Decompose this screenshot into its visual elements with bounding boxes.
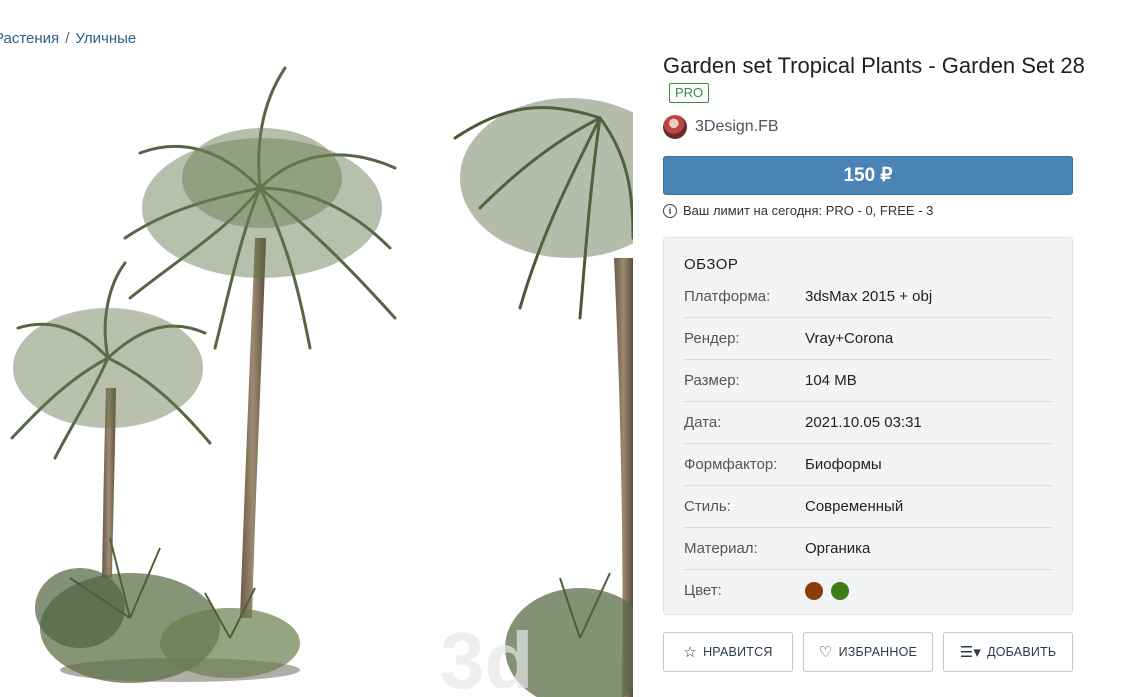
row-value: 3dsMax 2015 + obj	[805, 288, 933, 305]
breadcrumb-item-outdoor[interactable]: Уличные	[75, 30, 136, 47]
row-key: Платформа:	[684, 288, 771, 305]
info-icon: i	[663, 203, 677, 218]
color-swatch-brown[interactable]	[805, 581, 823, 600]
favorite-label: ИЗБРАННОЕ	[838, 645, 918, 659]
row-key: Размер:	[684, 372, 740, 389]
breadcrumb: Растения / Уличные	[0, 30, 136, 47]
download-limit: i Ваш лимит на сегодня: PRO - 0, FREE - …	[663, 203, 933, 218]
row-value[interactable]: Биоформы	[805, 456, 882, 473]
like-button[interactable]: ☆ НРАВИТСЯ	[663, 632, 793, 672]
row-value: 2021.10.05 03:31	[805, 414, 922, 431]
color-swatches	[805, 581, 857, 600]
overview-row-formfactor: Формфактор: Биоформы	[684, 444, 1052, 486]
author[interactable]: 3Design.FB	[663, 114, 779, 140]
row-value[interactable]: Современный	[805, 498, 903, 515]
add-label: ДОБАВИТЬ	[987, 645, 1057, 659]
product-image[interactable]: 3d	[0, 58, 633, 697]
palm-trees-illustration: 3d	[10, 66, 633, 697]
product-title-text: Garden set Tropical Plants - Garden Set …	[663, 53, 1085, 78]
row-key: Дата:	[684, 414, 722, 431]
author-name[interactable]: 3Design.FB	[695, 118, 779, 136]
breadcrumb-item-plants[interactable]: Растения	[0, 30, 59, 47]
watermark: 3d	[440, 616, 533, 697]
row-key: Формфактор:	[684, 456, 778, 473]
overview-row-style: Стиль: Современный	[684, 486, 1052, 528]
row-value[interactable]: Органика	[805, 540, 870, 557]
overview-panel: ОБЗОР Платформа: 3dsMax 2015 + obj Рендер…	[663, 237, 1073, 615]
buy-button[interactable]: 150 ₽	[663, 156, 1073, 195]
pro-badge: PRO	[669, 83, 710, 104]
like-label: НРАВИТСЯ	[703, 645, 773, 659]
row-value: Vray+Corona	[805, 330, 894, 347]
row-key: Цвет:	[684, 582, 722, 599]
action-buttons: ☆ НРАВИТСЯ ♡ ИЗБРАННОЕ ☰▾ ДОБАВИТЬ	[663, 632, 1073, 672]
row-value: 104 MB	[805, 372, 857, 389]
overview-row-material: Материал: Органика	[684, 528, 1052, 570]
star-icon: ☆	[683, 644, 698, 661]
row-key: Рендер:	[684, 330, 740, 347]
favorite-button[interactable]: ♡ ИЗБРАННОЕ	[803, 632, 933, 672]
overview-row-date: Дата: 2021.10.05 03:31	[684, 402, 1052, 444]
breadcrumb-separator: /	[65, 30, 70, 47]
color-swatch-green[interactable]	[831, 581, 849, 600]
overview-row-size: Размер: 104 MB	[684, 360, 1052, 402]
avatar[interactable]	[663, 115, 687, 139]
heart-icon: ♡	[818, 644, 833, 661]
limit-text: Ваш лимит на сегодня: PRO - 0, FREE - 3	[683, 203, 934, 218]
overview-row-color: Цвет:	[684, 570, 1052, 611]
menu-add-icon: ☰▾	[959, 644, 982, 661]
product-title: Garden set Tropical Plants - Garden Set …	[663, 52, 1093, 108]
add-button[interactable]: ☰▾ ДОБАВИТЬ	[943, 632, 1073, 672]
overview-row-render: Рендер: Vray+Corona	[684, 318, 1052, 360]
overview-row-platform: Платформа: 3dsMax 2015 + obj	[684, 276, 1052, 318]
overview-heading: ОБЗОР	[684, 256, 739, 273]
overview-rows: Платформа: 3dsMax 2015 + obj Рендер: Vray+…	[684, 276, 1052, 611]
row-key: Материал:	[684, 540, 758, 557]
row-key: Стиль:	[684, 498, 731, 515]
